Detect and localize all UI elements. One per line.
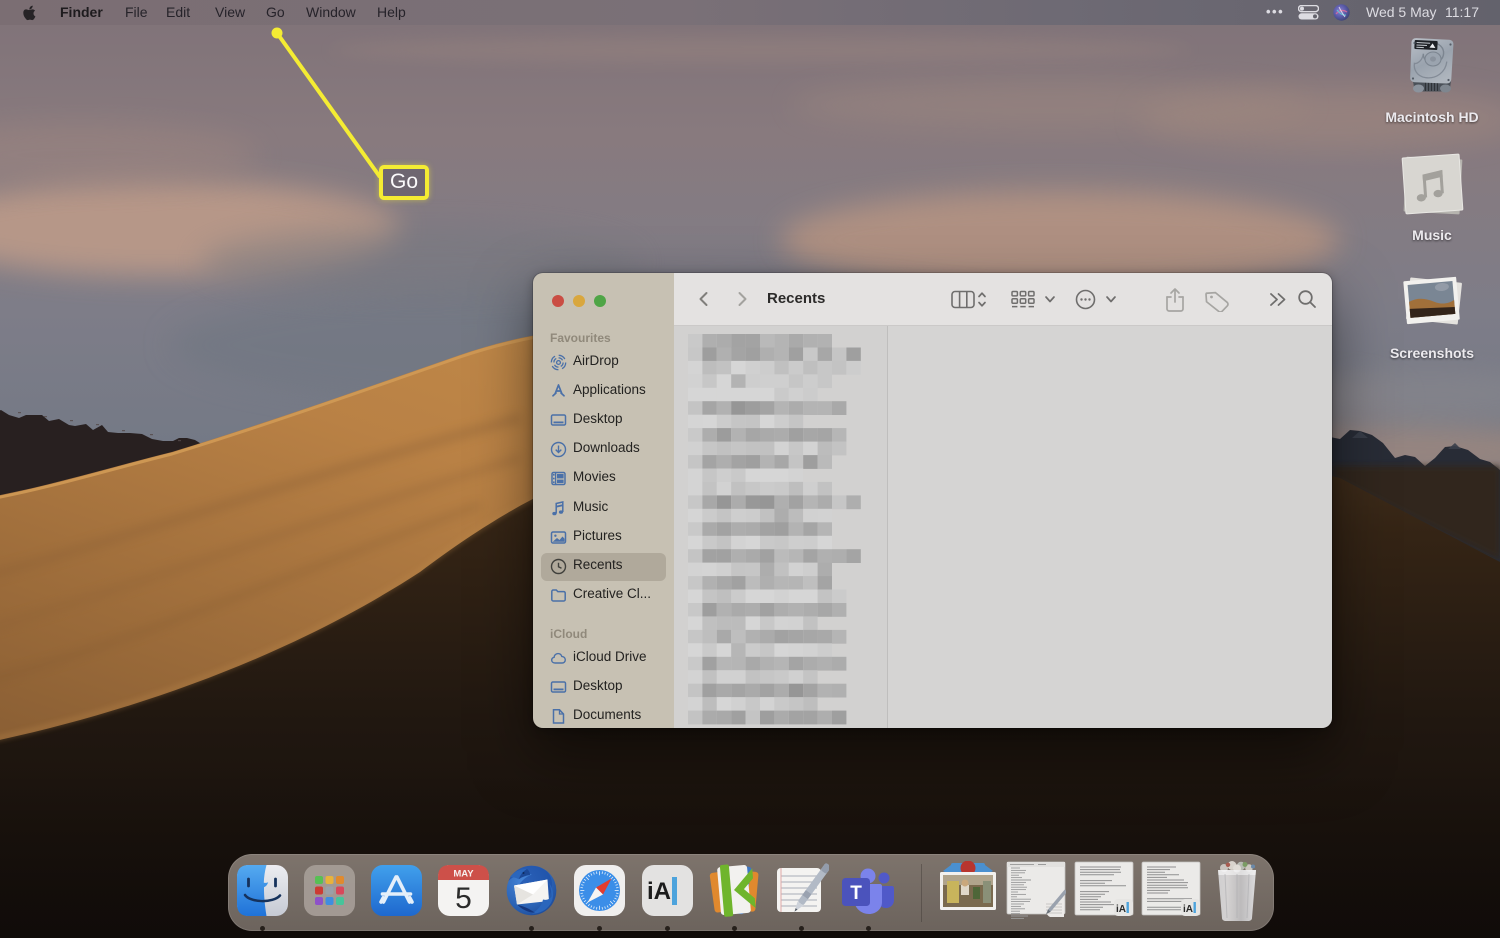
svg-text:iA: iA: [647, 878, 671, 905]
svg-text:iA: iA: [1183, 904, 1193, 915]
svg-text:iA: iA: [1116, 904, 1126, 915]
svg-text:T: T: [850, 883, 862, 904]
svg-text:MAY: MAY: [453, 869, 474, 880]
svg-text:5: 5: [455, 882, 472, 915]
